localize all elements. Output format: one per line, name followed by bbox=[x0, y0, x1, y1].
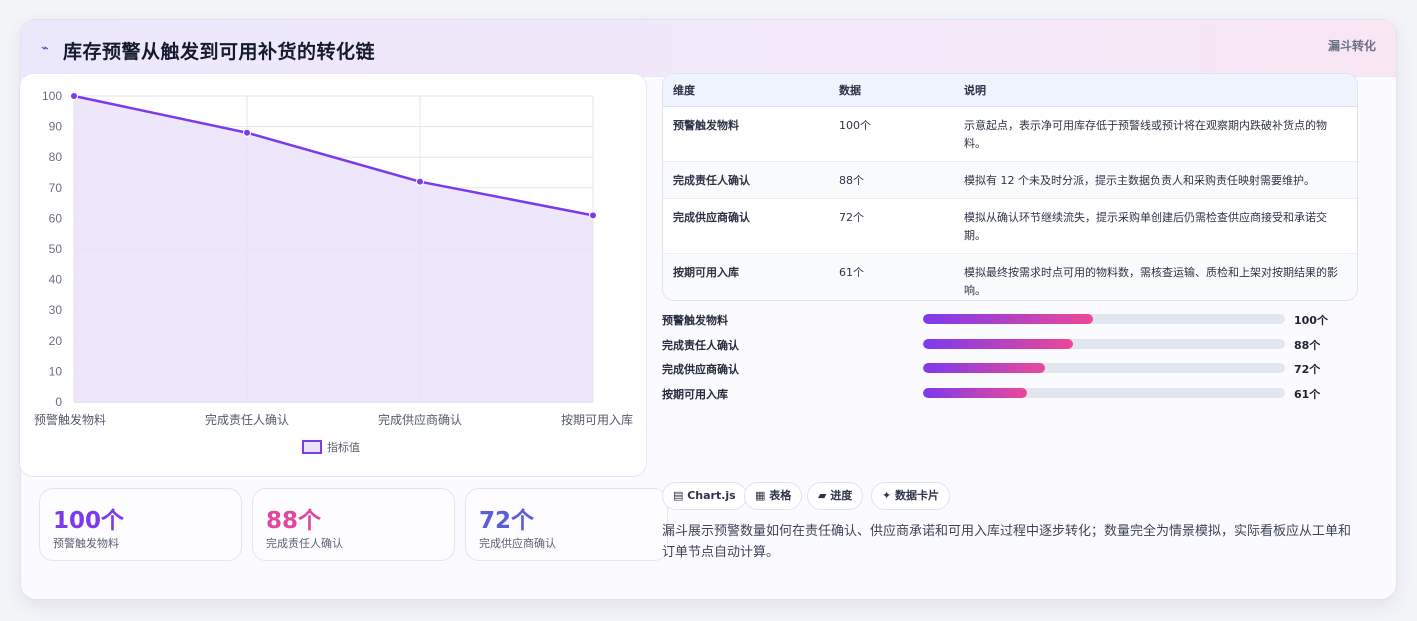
chart-type-tag: 漏斗转化 bbox=[1327, 39, 1376, 53]
progress-fill bbox=[923, 314, 1094, 324]
table-row: 完成供应商确认 72个 模拟从确认环节继续流失，提示采购单创建后仍需检查供应商接… bbox=[663, 198, 1357, 254]
chip-progress[interactable]: ▰ 进度 bbox=[807, 482, 864, 510]
x-tick-label: 完成责任人确认 bbox=[205, 412, 289, 427]
footnote: 漏斗展示预警数量如何在责任确认、供应商承诺和可用入库过程中逐步转化；数量完全为情… bbox=[662, 524, 1352, 560]
kpi-label: 完成供应商确认 bbox=[479, 537, 556, 550]
y-tick-label: 40 bbox=[49, 273, 63, 287]
lightning-icon: ⌁ bbox=[41, 41, 49, 56]
progress-fill bbox=[923, 363, 1046, 373]
x-tick-label: 完成供应商确认 bbox=[378, 412, 462, 427]
progress-value: 88个 bbox=[1294, 338, 1321, 352]
table-row: 完成责任人确认 88个 模拟有 12 个未及时分派，提示主数据负责人和采购责任映… bbox=[663, 161, 1357, 199]
table-header-row: 维度 数据 说明 bbox=[663, 74, 1357, 107]
progress-row: 完成供应商确认 72个 bbox=[662, 359, 1362, 384]
cell-description: 示意起点，表示净可用库存低于预警线或预计将在观察期内跌破补货点的物料。 bbox=[954, 106, 1357, 162]
data-table: 维度 数据 说明 预警触发物料 100个 示意起点，表示净可用库存低于预警线或预… bbox=[662, 73, 1358, 301]
progress-track bbox=[923, 363, 1285, 373]
y-tick-label: 10 bbox=[49, 364, 63, 378]
cell-dimension: 按期可用入库 bbox=[673, 265, 739, 279]
kpi-value: 72个 bbox=[479, 508, 535, 534]
cell-dimension: 预警触发物料 bbox=[663, 106, 829, 162]
x-tick-label: 预警触发物料 bbox=[34, 412, 106, 427]
progress-label: 完成供应商确认 bbox=[662, 363, 739, 376]
chip-table[interactable]: ▦ 表格 bbox=[744, 482, 803, 510]
progress-value: 72个 bbox=[1294, 363, 1321, 376]
progress-row: 按期可用入库 61个 bbox=[662, 384, 1362, 409]
data-point bbox=[589, 211, 597, 220]
kpi-value: 100个 bbox=[53, 508, 125, 534]
progress-label: 按期可用入库 bbox=[662, 387, 728, 401]
area-fill bbox=[74, 96, 593, 402]
table-row: 按期可用入库 61个 模拟最终按需求时点可用的物料数，需核查运输、质检和上架对按… bbox=[663, 253, 1357, 300]
kpi-value: 88个 bbox=[266, 508, 322, 534]
card-header: ⌁ 库存预警从触发到可用补货的转化链 漏斗转化 bbox=[21, 20, 1396, 77]
progress-track bbox=[923, 314, 1285, 324]
chart-panel: 100 90 80 70 60 50 40 30 20 10 0 预警触发物料 完成责任人确认 完成供应商… bbox=[19, 73, 647, 477]
cell-value: 61个 bbox=[839, 265, 864, 279]
cell-dimension: 完成供应商确认 bbox=[663, 198, 829, 254]
y-tick-label: 90 bbox=[49, 120, 63, 134]
kpi-label: 预警触发物料 bbox=[53, 537, 119, 550]
cell-value: 72个 bbox=[829, 198, 954, 254]
cell-description: 模拟最终按需求时点可用的物料数，需核查运输、质检和上架对按期结果的影响。 bbox=[964, 265, 1338, 297]
y-tick-label: 50 bbox=[49, 242, 63, 256]
cell-value: 88个 bbox=[829, 161, 954, 199]
progress-label: 完成责任人确认 bbox=[662, 338, 739, 352]
column-header: 说明 bbox=[954, 74, 1357, 107]
progress-track bbox=[923, 387, 1285, 398]
x-tick-label: 按期可用入库 bbox=[561, 412, 633, 427]
cell-description: 模拟从确认环节继续流失，提示采购单创建后仍需检查供应商接受和承诺交期。 bbox=[954, 198, 1357, 254]
legend-swatch bbox=[302, 440, 322, 454]
progress-list: 预警触发物料 100个 完成责任人确认 88个 完成供应商确认 72个 按期可用… bbox=[662, 310, 1362, 408]
y-tick-label: 80 bbox=[49, 150, 63, 164]
legend-label: 指标值 bbox=[327, 440, 360, 454]
progress-row: 完成责任人确认 88个 bbox=[662, 335, 1362, 360]
y-tick-label: 30 bbox=[49, 303, 63, 317]
cell-value: 100个 bbox=[829, 106, 954, 162]
data-point bbox=[416, 177, 424, 186]
progress-fill bbox=[923, 338, 1073, 349]
table-row: 预警触发物料 100个 示意起点，表示净可用库存低于预警线或预计将在观察期内跌破… bbox=[663, 106, 1357, 162]
y-tick-label: 70 bbox=[49, 181, 63, 195]
cell-description: 模拟有 12 个未及时分派，提示主数据负责人和采购责任映射需要维护。 bbox=[954, 161, 1357, 199]
kpi-label: 完成责任人确认 bbox=[266, 537, 343, 550]
y-tick-label: 100 bbox=[42, 89, 62, 103]
progress-track bbox=[923, 338, 1285, 349]
chip-data-card[interactable]: ✦ 数据卡片 bbox=[871, 482, 951, 510]
progress-fill bbox=[923, 387, 1027, 398]
data-point bbox=[243, 128, 251, 137]
column-header: 数据 bbox=[829, 74, 954, 107]
kpi-card-owner-confirmed: 88个 完成责任人确认 bbox=[252, 488, 455, 561]
page-title: 库存预警从触发到可用补货的转化链 bbox=[63, 41, 376, 63]
line-chart: 1009080706050403020100预警触发物料 完成责任人确认 完成供应商… bbox=[34, 89, 633, 454]
cell-dimension: 完成责任人确认 bbox=[663, 161, 829, 199]
chip-chartjs[interactable]: ▤ Chart.js bbox=[662, 482, 747, 510]
column-header: 维度 bbox=[663, 74, 829, 107]
progress-value: 100个 bbox=[1294, 314, 1328, 327]
progress-row: 预警触发物料 100个 bbox=[662, 310, 1362, 335]
data-point bbox=[70, 92, 78, 100]
progress-label: 预警触发物料 bbox=[662, 314, 728, 327]
kpi-card-alerts: 100个 预警触发物料 bbox=[39, 488, 242, 561]
progress-value: 61个 bbox=[1294, 387, 1321, 401]
y-tick-label: 60 bbox=[49, 211, 63, 225]
y-tick-label: 20 bbox=[49, 334, 63, 348]
kpi-card-supplier-confirmed: 72个 完成供应商确认 bbox=[465, 488, 668, 561]
y-tick-label: 0 bbox=[55, 395, 62, 409]
